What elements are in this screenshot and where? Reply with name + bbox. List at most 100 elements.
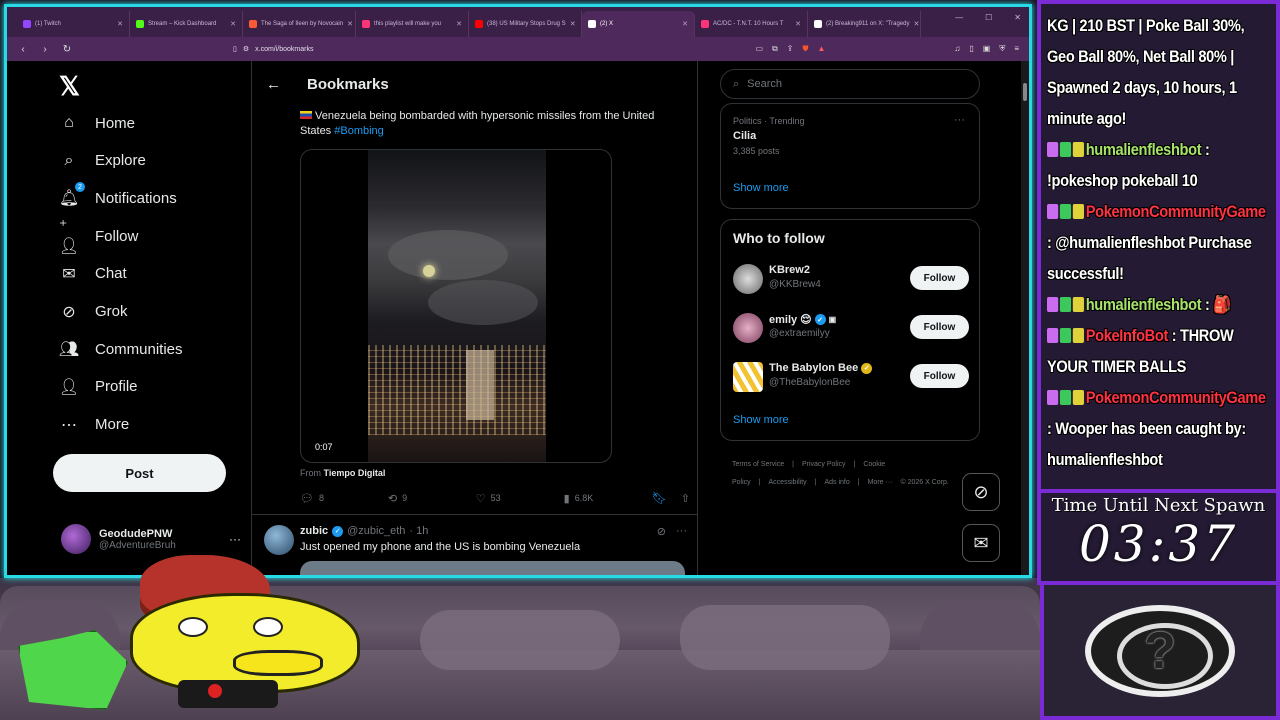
cast-icon[interactable]: ▭	[755, 44, 763, 54]
menu-icon[interactable]: ≡	[1014, 44, 1019, 54]
x-logo-icon[interactable]: 𝕏	[59, 71, 80, 102]
follow-button[interactable]: Follow	[910, 266, 969, 290]
back-arrow-icon[interactable]: ←	[266, 76, 281, 93]
nav-item-profile[interactable]: 👤︎ Profile	[59, 377, 138, 397]
screenshot-icon[interactable]: ⧉	[772, 44, 778, 54]
who-to-follow-card: Who to follow KBrew2 @KKBrew4 Follow emi…	[720, 219, 980, 441]
avatar-beak	[233, 650, 323, 676]
chat-separator: :	[1168, 326, 1180, 345]
grok-icon[interactable]: ⊘	[657, 525, 666, 538]
mail-icon: ✉	[62, 265, 76, 283]
follow-button[interactable]: Follow	[910, 315, 969, 339]
footer-separator: |	[853, 461, 856, 468]
close-tab-icon[interactable]: ✕	[570, 20, 576, 28]
music-icon[interactable]: ♫	[954, 44, 960, 54]
avatar[interactable]	[264, 525, 294, 555]
like-button[interactable]: ♡ 53	[476, 492, 564, 505]
back-icon[interactable]: ‹	[17, 44, 29, 55]
nav-item-more[interactable]: ⋯ More	[59, 415, 129, 435]
maximize-icon[interactable]: ☐	[985, 13, 992, 22]
nav-item-chat[interactable]: ✉ Chat	[59, 264, 126, 284]
nav-item-grok[interactable]: ⊘ Grok	[59, 302, 127, 322]
video-duration: 0:07	[315, 442, 333, 452]
chat-text: !pokeshop pokeball 10	[1047, 171, 1198, 190]
close-tab-icon[interactable]: ✕	[456, 20, 462, 28]
bookmark-page-icon[interactable]: ▯	[233, 45, 237, 53]
footer-link[interactable]: More ···	[868, 479, 893, 486]
scrollbar-thumb[interactable]	[1023, 83, 1027, 101]
hashtag-link[interactable]: #Bombing	[334, 125, 384, 137]
minimize-icon[interactable]: —	[955, 13, 963, 22]
grok-fab-icon[interactable]: ⊘	[962, 473, 1000, 511]
vpn-icon[interactable]: ⛨	[999, 44, 1005, 54]
close-window-icon[interactable]: ✕	[1014, 13, 1021, 22]
show-more-link[interactable]: Show more	[733, 414, 789, 426]
suggestion-name-text: emily	[769, 313, 798, 326]
trend-count: 3,385 posts	[733, 146, 780, 156]
brave-shield-icon[interactable]: ⛊	[802, 44, 808, 54]
nav-item-home[interactable]: ⌂ Home	[59, 113, 135, 133]
rewards-icon[interactable]: ▲	[817, 44, 825, 54]
browser-tab[interactable]: The Saga of Ileen by Novocain ✕	[243, 11, 356, 37]
bookmark-icon[interactable]: 🔖︎	[652, 491, 667, 505]
browser-tab[interactable]: (1) Twitch ✕	[17, 11, 130, 37]
forward-icon[interactable]: ›	[39, 44, 51, 55]
close-tab-icon[interactable]: ✕	[682, 20, 688, 28]
source-name[interactable]: Tiempo Digital	[324, 468, 386, 478]
close-tab-icon[interactable]: ✕	[347, 20, 353, 28]
follow-suggestion[interactable]: emily 😌︎ ✓ ▣ @extraemilyy Follow	[733, 311, 969, 345]
wallet-icon[interactable]: ▣	[983, 44, 991, 54]
footer-link[interactable]: Terms of Service	[732, 461, 784, 468]
more-icon[interactable]: ···	[954, 114, 965, 126]
chat-username: humalienfleshbot	[1085, 140, 1202, 159]
footer-link[interactable]: Privacy Policy	[802, 461, 846, 468]
avatar-face	[130, 593, 360, 693]
url-field[interactable]: ▯ ⚙ x.com/i/bookmarks	[233, 41, 703, 57]
browser-tab[interactable]: AC/DC - T.N.T. 10 Hours T ✕	[695, 11, 808, 37]
sidebar-icon[interactable]: ▯	[969, 44, 973, 54]
browser-tab[interactable]: this playlist will make you ✕	[356, 11, 469, 37]
footer-link[interactable]: Accessibility	[769, 479, 807, 486]
close-tab-icon[interactable]: ✕	[230, 20, 236, 28]
browser-tab[interactable]: (38) US Military Stops Drug S ✕	[469, 11, 582, 37]
share-page-icon[interactable]: ⇪	[787, 44, 794, 54]
arcade-controller	[178, 680, 278, 708]
search-input[interactable]: ⌕ Search	[720, 69, 980, 99]
post-button[interactable]: Post	[53, 454, 226, 492]
emoji-icon: 😌︎	[800, 314, 812, 326]
reload-icon[interactable]: ↻	[61, 44, 73, 55]
close-tab-icon[interactable]: ✕	[795, 20, 801, 28]
follow-suggestion[interactable]: The Babylon Bee ✓ @TheBabylonBee Follow	[733, 360, 969, 394]
nav-item-notifications[interactable]: 🔔︎ 2 Notifications	[59, 182, 177, 208]
browser-tab[interactable]: Stream – Kick Dashboard ✕	[130, 11, 243, 37]
more-options-icon[interactable]: ···	[229, 532, 241, 546]
follow-suggestion[interactable]: KBrew2 @KKBrew4 Follow	[733, 262, 969, 296]
nav-item-explore[interactable]: ⌕ Explore	[59, 151, 146, 171]
show-more-link[interactable]: Show more	[733, 182, 789, 194]
tweet-time: · 1h	[409, 525, 429, 537]
video-player[interactable]: 0:07	[300, 149, 612, 463]
footer-link[interactable]: © 2026 X Corp.	[900, 479, 948, 486]
close-tab-icon[interactable]: ✕	[914, 20, 920, 28]
footer-link[interactable]: Ads info	[824, 479, 849, 486]
suggestion-handle: @extraemilyy	[769, 328, 830, 339]
browser-tab[interactable]: (2) Breaking911 on X: "Tragedy ✕	[808, 11, 921, 37]
follow-button[interactable]: Follow	[910, 364, 969, 388]
nav-item-communities[interactable]: 👥︎ Communities	[59, 339, 183, 359]
nav-item-follow[interactable]: ⁺👤︎ Follow	[59, 218, 139, 255]
messages-fab-icon[interactable]: ✉	[962, 524, 1000, 562]
reply-button[interactable]: 💬︎ 8	[300, 492, 388, 505]
more-icon[interactable]: ···	[676, 525, 687, 538]
trend-name[interactable]: Cilia	[733, 130, 756, 142]
close-tab-icon[interactable]: ✕	[117, 20, 123, 28]
views-button[interactable]: ▮ 6.8K	[564, 492, 652, 505]
share-icon[interactable]: ⇧	[681, 492, 690, 505]
browser-tab[interactable]: (2) X ✕	[582, 11, 695, 37]
account-switcher[interactable]: GeodudePNW @AdventureBruh ···	[61, 519, 241, 559]
scrollbar[interactable]	[1021, 61, 1029, 575]
author-name[interactable]: zubic	[300, 525, 328, 537]
site-settings-icon[interactable]: ⚙	[243, 45, 249, 53]
search-icon: ⌕	[64, 151, 74, 169]
repost-button[interactable]: ⟲ 9	[388, 492, 476, 505]
reply-icon: 💬︎	[300, 492, 314, 505]
